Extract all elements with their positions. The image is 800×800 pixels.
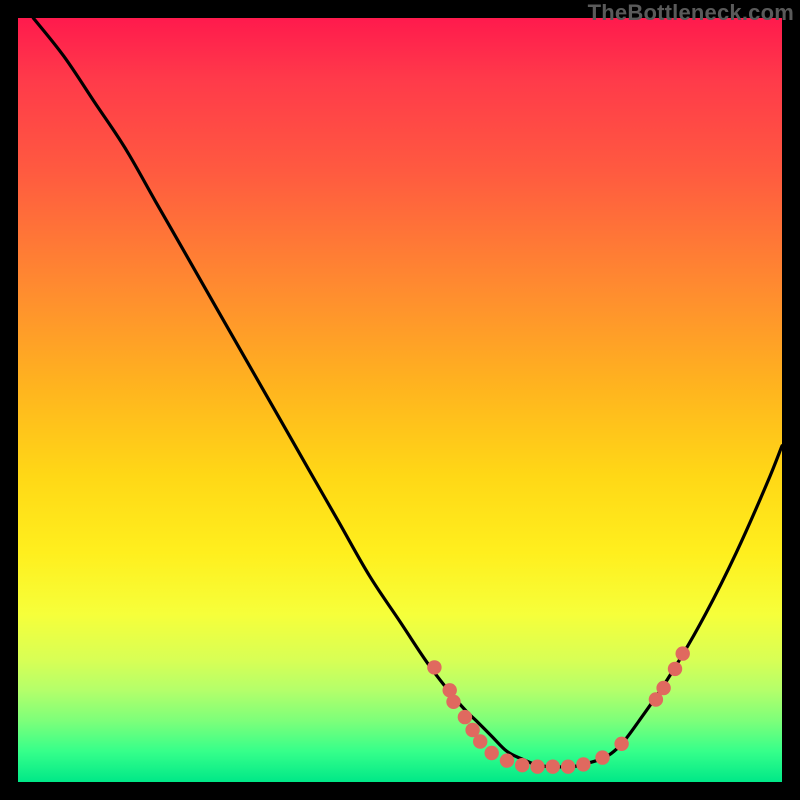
bottleneck-curve [33, 18, 782, 767]
chart-marker [614, 737, 628, 751]
chart-marker [576, 757, 590, 771]
chart-marker [515, 758, 529, 772]
chart-svg [18, 18, 782, 782]
chart-marker [668, 662, 682, 676]
chart-marker [676, 646, 690, 660]
chart-marker [546, 760, 560, 774]
chart-marker [427, 660, 441, 674]
chart-marker [458, 710, 472, 724]
chart-marker [530, 760, 544, 774]
watermark-text: TheBottleneck.com [588, 0, 794, 26]
chart-marker [595, 750, 609, 764]
chart-frame [18, 18, 782, 782]
chart-marker [561, 760, 575, 774]
chart-marker [473, 734, 487, 748]
chart-marker [500, 753, 514, 767]
chart-marker [446, 695, 460, 709]
chart-marker [656, 681, 670, 695]
chart-markers [427, 646, 690, 774]
chart-marker [485, 746, 499, 760]
